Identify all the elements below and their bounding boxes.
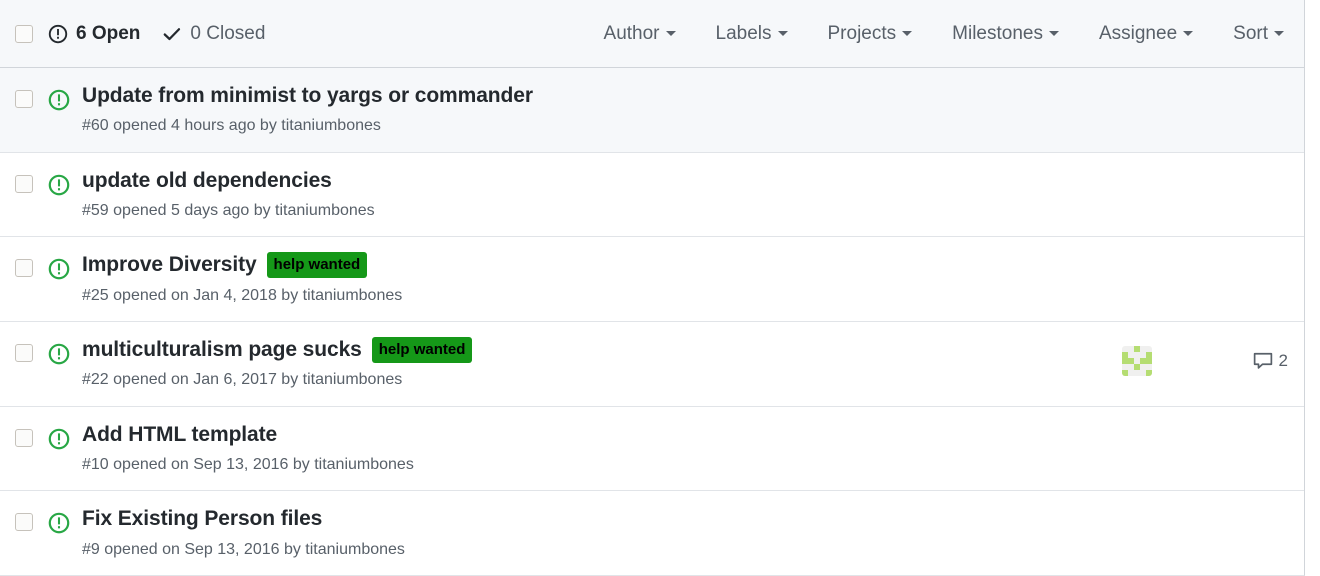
issue-opened-icon [48,336,76,365]
issue-checkbox-cell [0,82,48,108]
issue-title-link[interactable]: multiculturalism page sucks [82,336,362,363]
issue-title-link[interactable]: Improve Diversity [82,251,257,278]
dropdown-filter-group: Author Labels Projects Milestones Assign… [604,23,1288,45]
filter-open-issues[interactable]: 6 Open [48,23,140,45]
issue-meta: #10 opened on Sep 13, 2016 by titaniumbo… [82,456,414,474]
issue-title-link[interactable]: Add HTML template [82,421,277,448]
filter-milestones-dropdown[interactable]: Milestones [952,23,1059,45]
issue-select-checkbox[interactable] [15,344,33,363]
filter-open-issues-label: 6 Open [76,22,141,44]
issue-checkbox-cell [0,251,48,278]
issue-comment-count: 2 [1278,351,1288,371]
filter-sort-label: Sort [1233,22,1268,44]
chevron-down-icon [777,30,788,36]
issue-checkbox-cell [0,505,48,532]
issue-row-side [1062,421,1288,431]
issue-meta: #59 opened 5 days ago by titaniumbones [82,201,375,219]
issue-title-link[interactable]: Update from minimist to yargs or command… [82,82,533,109]
issue-content: Add HTML template #10 opened on Sep 13, 2… [76,421,1062,477]
issue-select-checkbox[interactable] [15,513,33,532]
issue-meta: #25 opened on Jan 4, 2018 by titaniumbon… [82,286,403,304]
issue-select-checkbox[interactable] [15,90,33,108]
issue-label-badge[interactable]: help wanted [266,252,368,279]
issue-content: update old dependencies #59 opened 5 days… [76,167,1062,223]
issue-checkbox-cell [0,421,48,447]
issue-select-checkbox[interactable] [15,259,33,278]
identicon-cell [1146,370,1152,377]
issue-opened-icon [48,167,76,196]
issue-opened-icon [48,421,76,450]
issue-title-line: Add HTML template [82,421,1062,448]
issue-title-line: multiculturalism page sucks help wanted [82,336,1062,363]
issue-row[interactable]: Fix Existing Person files #9 opened on Se… [0,491,1304,576]
issue-meta: #60 opened 4 hours ago by titaniumbones [82,117,381,135]
chevron-down-icon [665,30,676,36]
filter-labels-label: Labels [715,22,772,44]
avatar[interactable] [1122,346,1152,377]
issue-row-side [1062,505,1288,515]
issue-select-checkbox[interactable] [15,428,33,447]
issue-title-link[interactable]: Fix Existing Person files [82,505,322,532]
issue-title-line: Improve Diversity help wanted [82,251,1062,279]
issue-comments-slot[interactable]: 2 [1212,351,1288,371]
chevron-down-icon [1274,30,1284,36]
check-icon [162,24,182,44]
filter-projects-dropdown[interactable]: Projects [828,23,913,45]
issue-meta: #22 opened on Jan 6, 2017 by titaniumbon… [82,371,403,389]
issues-list-container: 6 Open 0 Closed Author Labels Projects M… [0,0,1305,576]
filter-closed-issues-label: 0 Closed [190,22,266,44]
issues-list-body: Update from minimist to yargs or command… [0,68,1304,576]
chevron-down-icon [1183,30,1194,36]
issue-row[interactable]: multiculturalism page sucks help wanted #2… [0,322,1304,407]
issue-row-side [1062,167,1288,177]
state-filter-group: 6 Open 0 Closed [48,23,265,45]
chevron-down-icon [902,30,913,36]
issue-label-badge[interactable]: help wanted [371,336,473,363]
filter-assignee-dropdown[interactable]: Assignee [1098,22,1194,45]
issue-assignee-slot [1062,346,1212,377]
issue-row[interactable]: Improve Diversity help wanted #25 opened o… [0,237,1304,323]
filter-closed-issues[interactable]: 0 Closed [162,23,265,45]
select-all-cell [0,24,48,43]
issues-list-header: 6 Open 0 Closed Author Labels Projects M… [0,0,1304,68]
issue-row[interactable]: Update from minimist to yargs or command… [0,68,1304,153]
issue-opened-icon [48,82,76,111]
issue-content: Update from minimist to yargs or command… [76,82,1062,138]
issue-opened-icon [48,24,68,44]
comment-icon [1253,351,1273,371]
issue-content: Fix Existing Person files #9 opened on Se… [76,505,1062,561]
issue-row-side [1062,251,1288,261]
filter-sort-dropdown[interactable]: Sort [1233,23,1284,45]
filter-author-label: Author [603,22,660,44]
issue-row-side [1062,82,1288,92]
issue-checkbox-cell [0,336,48,363]
filter-labels-dropdown[interactable]: Labels [716,23,788,45]
chevron-down-icon [1048,30,1059,36]
issue-title-line: update old dependencies [82,167,1062,194]
filter-projects-label: Projects [827,22,897,44]
issue-checkbox-cell [0,167,48,193]
filter-milestones-label: Milestones [952,22,1043,44]
issue-opened-icon [48,505,76,534]
issue-content: Improve Diversity help wanted #25 opened o… [76,251,1062,307]
filter-author-dropdown[interactable]: Author [604,23,676,45]
issue-content: multiculturalism page sucks help wanted #2… [76,336,1062,392]
issue-row[interactable]: update old dependencies #59 opened 5 days… [0,152,1304,238]
issue-row-side: 2 [1062,336,1288,377]
select-all-checkbox[interactable] [15,24,33,43]
issue-opened-icon [48,251,76,280]
issue-title-link[interactable]: update old dependencies [82,167,332,194]
issue-title-line: Fix Existing Person files [82,505,1062,532]
issue-row[interactable]: Add HTML template #10 opened on Sep 13, 2… [0,406,1304,492]
filter-assignee-label: Assignee [1098,22,1178,44]
issue-title-line: Update from minimist to yargs or command… [82,82,1062,109]
issue-select-checkbox[interactable] [15,174,33,193]
